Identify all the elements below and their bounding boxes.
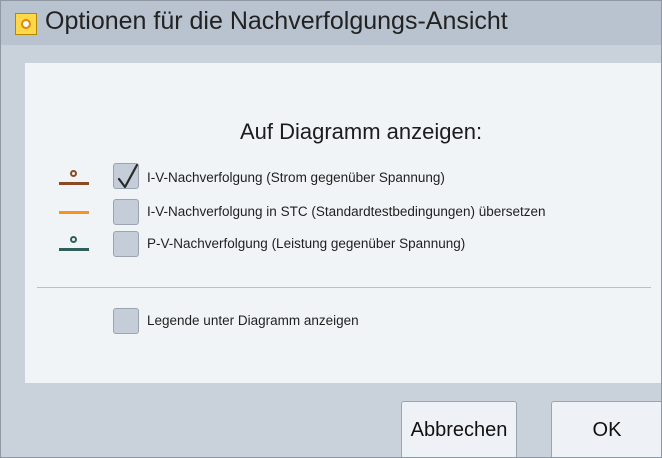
legend-dot-icon xyxy=(70,170,77,177)
pv-trace-legend-icon xyxy=(59,229,89,259)
option-row-iv-stc: I-V-Nachverfolgung in STC (Standardtestb… xyxy=(1,197,661,227)
iv-trace-legend-icon xyxy=(59,163,89,193)
separator xyxy=(37,287,651,288)
iv-trace-label: I-V-Nachverfolgung (Strom gegenüber Span… xyxy=(147,170,445,185)
iv-stc-checkbox[interactable] xyxy=(113,199,139,225)
show-legend-label: Legende unter Diagramm anzeigen xyxy=(147,313,359,328)
legend-line-icon xyxy=(59,182,89,185)
pv-trace-label: P-V-Nachverfolgung (Leistung gegenüber S… xyxy=(147,236,466,251)
section-heading: Auf Diagramm anzeigen: xyxy=(239,119,483,144)
option-row-pv-trace: P-V-Nachverfolgung (Leistung gegenüber S… xyxy=(1,229,661,259)
iv-stc-legend-icon xyxy=(59,197,89,227)
window-title: Optionen für die Nachverfolgungs-Ansicht xyxy=(45,7,508,35)
legend-line-icon xyxy=(59,248,89,251)
iv-stc-label: I-V-Nachverfolgung in STC (Standardtestb… xyxy=(147,204,546,219)
checkmark-icon xyxy=(117,163,139,189)
cancel-button[interactable]: Abbrechen xyxy=(401,401,517,457)
app-sun-icon xyxy=(15,13,37,35)
show-legend-checkbox[interactable] xyxy=(113,308,139,334)
legend-line-icon xyxy=(59,211,89,214)
option-row-legend: Legende unter Diagramm anzeigen xyxy=(1,306,661,336)
ok-button[interactable]: OK xyxy=(551,401,661,457)
option-row-iv-trace: I-V-Nachverfolgung (Strom gegenüber Span… xyxy=(1,161,661,193)
options-dialog-window: Optionen für die Nachverfolgungs-Ansicht… xyxy=(0,0,662,458)
pv-trace-checkbox[interactable] xyxy=(113,231,139,257)
title-bar: Optionen für die Nachverfolgungs-Ansicht xyxy=(1,1,661,45)
iv-trace-checkbox[interactable] xyxy=(113,163,139,189)
legend-dot-icon xyxy=(70,236,77,243)
